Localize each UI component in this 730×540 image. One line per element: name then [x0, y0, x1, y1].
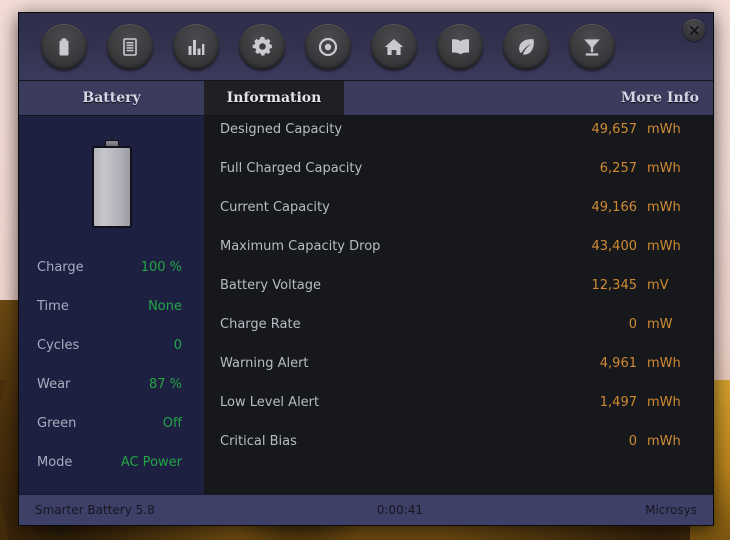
info-unit: mWh	[637, 395, 691, 410]
status-app-name: Smarter Battery 5.8	[35, 503, 155, 517]
info-label: Critical Bias	[220, 434, 567, 449]
toolbar-button-discharge[interactable]	[569, 24, 615, 70]
toolbar-button-home[interactable]	[371, 24, 417, 70]
tab-more-info[interactable]: More Info	[621, 90, 699, 106]
table-row: Critical Bias 0 mWh	[204, 434, 713, 473]
info-value: 6,257	[567, 161, 637, 176]
stat-value: Off	[163, 416, 182, 431]
content-area: Charge 100 % Time None Cycles 0 Wear 87 …	[19, 116, 713, 494]
stat-label: Wear	[37, 377, 70, 392]
info-value: 49,657	[567, 122, 637, 137]
table-row: Low Level Alert 1,497 mWh	[204, 395, 713, 434]
toolbar-button-battery[interactable]	[41, 24, 87, 70]
battery-stats-list: Charge 100 % Time None Cycles 0 Wear 87 …	[19, 260, 204, 494]
tab-bar-spacer: More Info	[344, 81, 713, 115]
toolbar-button-charts[interactable]	[173, 24, 219, 70]
info-unit: mWh	[637, 434, 691, 449]
tab-bar: Battery Information More Info	[19, 81, 713, 116]
stat-value: 100 %	[141, 260, 182, 275]
info-label: Maximum Capacity Drop	[220, 239, 567, 254]
toolbar-button-settings[interactable]	[239, 24, 285, 70]
toolbar-button-calibration[interactable]	[305, 24, 351, 70]
toolbar-button-log[interactable]	[107, 24, 153, 70]
stat-label: Cycles	[37, 338, 79, 353]
home-icon	[383, 36, 405, 58]
leaf-icon	[515, 36, 537, 58]
info-value: 12,345	[567, 278, 637, 293]
bar-chart-icon	[185, 36, 207, 58]
battery-panel: Charge 100 % Time None Cycles 0 Wear 87 …	[19, 116, 204, 494]
info-value: 0	[567, 434, 637, 449]
information-panel: Designed Capacity 49,657 mWh Full Charge…	[204, 116, 713, 494]
battery-body	[92, 146, 132, 228]
close-icon	[689, 21, 700, 40]
table-row: Designed Capacity 49,657 mWh	[204, 122, 713, 161]
stat-label: Charge	[37, 260, 84, 275]
stat-value: 87 %	[149, 377, 182, 392]
table-row: Maximum Capacity Drop 43,400 mWh	[204, 239, 713, 278]
stat-value: AC Power	[121, 455, 182, 470]
info-unit: mWh	[637, 200, 691, 215]
info-label: Charge Rate	[220, 317, 567, 332]
info-value: 1,497	[567, 395, 637, 410]
close-button[interactable]	[683, 19, 705, 41]
table-row: Warning Alert 4,961 mWh	[204, 356, 713, 395]
info-label: Battery Voltage	[220, 278, 567, 293]
stat-label: Mode	[37, 455, 72, 470]
info-value: 0	[567, 317, 637, 332]
info-unit: mWh	[637, 356, 691, 371]
status-bar: Smarter Battery 5.8 0:00:41 Microsys	[19, 494, 713, 525]
info-unit: mW	[637, 317, 691, 332]
list-item: Cycles 0	[19, 338, 204, 377]
toolbar-button-green[interactable]	[503, 24, 549, 70]
gear-icon	[251, 35, 274, 58]
status-vendor: Microsys	[645, 503, 697, 517]
info-label: Low Level Alert	[220, 395, 567, 410]
list-item: Green Off	[19, 416, 204, 455]
stat-label: Green	[37, 416, 76, 431]
info-label: Current Capacity	[220, 200, 567, 215]
list-item: Mode AC Power	[19, 455, 204, 494]
table-row: Current Capacity 49,166 mWh	[204, 200, 713, 239]
status-elapsed-time: 0:00:41	[155, 503, 645, 517]
list-item: Charge 100 %	[19, 260, 204, 299]
list-item: Time None	[19, 299, 204, 338]
info-unit: mWh	[637, 239, 691, 254]
battery-level-graphic	[92, 140, 132, 228]
toolbar	[19, 13, 713, 81]
tab-information[interactable]: Information	[204, 81, 344, 115]
info-label: Warning Alert	[220, 356, 567, 371]
list-icon	[119, 36, 141, 58]
stat-value: None	[148, 299, 182, 314]
info-value: 4,961	[567, 356, 637, 371]
target-icon	[317, 36, 339, 58]
info-value: 49,166	[567, 200, 637, 215]
table-row: Full Charged Capacity 6,257 mWh	[204, 161, 713, 200]
stat-value: 0	[174, 338, 182, 353]
book-icon	[449, 36, 472, 58]
info-unit: mV	[637, 278, 691, 293]
list-item: Wear 87 %	[19, 377, 204, 416]
battery-icon	[53, 36, 75, 58]
info-label: Designed Capacity	[220, 122, 567, 137]
table-row: Battery Voltage 12,345 mV	[204, 278, 713, 317]
smarter-battery-window: Battery Information More Info Charge 100…	[18, 12, 714, 526]
info-unit: mWh	[637, 161, 691, 176]
tab-battery[interactable]: Battery	[19, 81, 204, 115]
table-row: Charge Rate 0 mW	[204, 317, 713, 356]
toolbar-button-help[interactable]	[437, 24, 483, 70]
funnel-icon	[581, 36, 603, 58]
info-unit: mWh	[637, 122, 691, 137]
info-label: Full Charged Capacity	[220, 161, 567, 176]
stat-label: Time	[37, 299, 69, 314]
info-value: 43,400	[567, 239, 637, 254]
